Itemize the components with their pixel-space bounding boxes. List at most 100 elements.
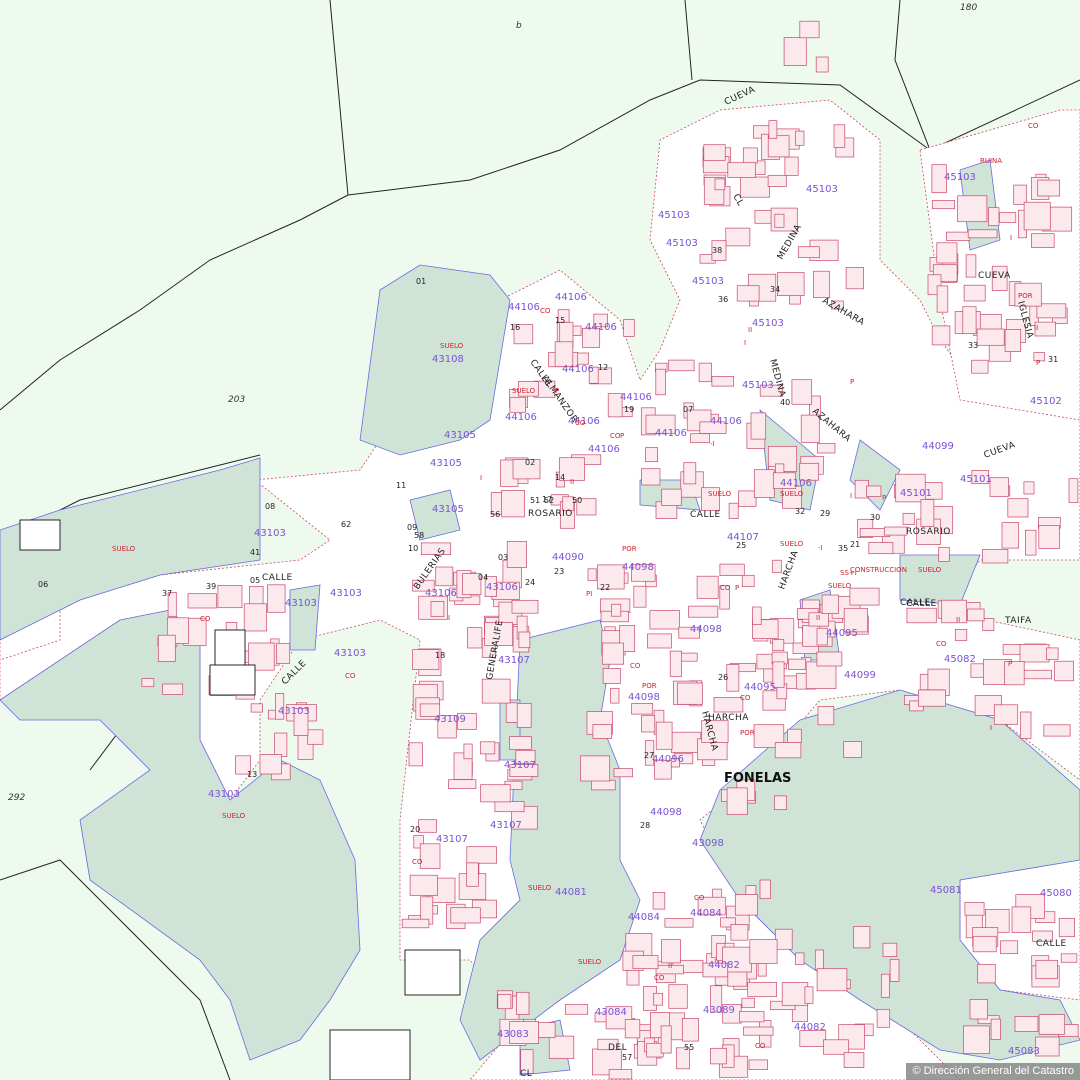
parcel-ref-label: 44106 [655, 428, 687, 439]
building-footprint [565, 1004, 589, 1015]
building-footprint [931, 325, 951, 346]
building-footprint [964, 902, 985, 916]
building-footprint [750, 412, 767, 440]
land-use-label: CO [755, 1042, 766, 1050]
subparcel-number-label: 19 [624, 405, 634, 414]
building-footprint [217, 585, 243, 609]
building-footprint [936, 285, 949, 313]
building-footprint [743, 1026, 774, 1036]
subparcel-number-label: 04 [478, 573, 488, 582]
subparcel-number-label: 03 [498, 553, 508, 562]
building-footprint [816, 443, 836, 454]
subparcel-number-label: 31 [1048, 355, 1058, 364]
building-footprint [505, 702, 518, 723]
parcel-ref-label: 45103 [944, 172, 976, 183]
parcel-ref-label: 44106 [780, 478, 812, 489]
building-footprint [501, 489, 525, 518]
building-footprint [481, 678, 511, 704]
subparcel-number-label: 34 [770, 285, 780, 294]
land-use-label: I [1010, 234, 1012, 242]
building-footprint [814, 949, 824, 971]
building-footprint [734, 894, 758, 916]
building-footprint [742, 147, 758, 164]
subparcel-number-label: 32 [795, 507, 805, 516]
building-footprint [853, 926, 871, 949]
building-footprint [276, 642, 291, 664]
map-canvas[interactable]: FONELAS180203292bCALLEROSARIOCALLEROSARI… [0, 0, 1080, 1080]
building-footprint [749, 939, 778, 964]
land-use-label: SUELO [918, 566, 942, 574]
cadastral-map[interactable]: FONELAS 180 203 292 b CALLE ROSARIO CALLE ROSARI… [0, 0, 1080, 1080]
land-use-label: POR [622, 545, 637, 553]
building-footprint [972, 935, 997, 953]
parcel-ref-label: 44106 [555, 292, 587, 303]
street-label-cl-1: CL [520, 1069, 532, 1079]
land-use-label: SUELO [440, 342, 464, 350]
land-use-label: CO [630, 662, 641, 670]
area-code-label: 180 [960, 3, 977, 13]
building-footprint [816, 651, 843, 667]
parcel-ref-label: 45103 [806, 184, 838, 195]
building-footprint [843, 1052, 865, 1068]
building-footprint [918, 689, 946, 707]
building-footprint [777, 272, 805, 296]
building-footprint [821, 594, 839, 614]
building-footprint [976, 328, 1005, 346]
land-use-label: SUELO [780, 540, 804, 548]
building-footprint [608, 1069, 633, 1080]
land-use-label: CO [740, 694, 751, 702]
building-footprint [497, 994, 512, 1010]
building-footprint [730, 924, 749, 941]
building-footprint [690, 433, 710, 444]
land-use-label: P [735, 584, 739, 592]
land-use-label: P [850, 378, 854, 386]
place-name-label: FONELAS [724, 771, 791, 786]
building-footprint [804, 986, 814, 1004]
parcel-ref-label: 45080 [1040, 888, 1072, 899]
building-footprint [669, 650, 682, 677]
parcel-ref-label: 44084 [690, 908, 722, 919]
parcel-ref-label: 43083 [497, 1029, 529, 1040]
subparcel-number-label: 30 [870, 513, 880, 522]
parcel-ref-label: 44081 [555, 887, 587, 898]
building-footprint [775, 928, 793, 950]
land-use-label: -I [710, 440, 715, 448]
building-footprint [141, 678, 155, 688]
building-footprint [845, 267, 864, 290]
building-footprint [631, 703, 654, 715]
building-footprint [889, 959, 900, 982]
building-footprint [591, 779, 616, 791]
land-use-label: PI [586, 590, 592, 598]
building-footprint [677, 682, 703, 705]
land-use-label: P [1036, 359, 1040, 367]
building-footprint [580, 755, 611, 782]
land-use-label: SUELO [528, 884, 552, 892]
parcel-ref-label: 43106 [425, 588, 457, 599]
building-footprint [274, 732, 288, 757]
building-footprint [941, 599, 967, 624]
land-use-label: SUELO [512, 387, 536, 395]
building-footprint [602, 668, 621, 684]
building-footprint [767, 135, 790, 158]
land-use-label: POR [642, 682, 657, 690]
street-label-cueva-2: CUEVA [978, 271, 1011, 281]
building-footprint [466, 846, 497, 864]
land-use-label: P [882, 494, 886, 502]
subparcel-number-label: 29 [820, 509, 830, 518]
subparcel-number-label: 14 [555, 473, 565, 482]
land-use-label: II [816, 614, 820, 622]
building-footprint [813, 270, 831, 298]
subparcel-number-label: 27 [644, 751, 654, 760]
parcel-ref-label: 43103 [330, 588, 362, 599]
building-footprint [719, 563, 745, 576]
building-footprint [982, 549, 1009, 564]
parcel-ref-label: 43105 [430, 458, 462, 469]
building-footprint [957, 195, 988, 223]
land-use-label: P [555, 387, 559, 395]
subparcel-number-label: 50 [572, 496, 582, 505]
building-footprint [736, 285, 760, 302]
land-use-label: II [956, 616, 960, 624]
building-footprint [739, 176, 770, 198]
subparcel-number-label: 08 [265, 502, 275, 511]
building-footprint [645, 447, 658, 463]
